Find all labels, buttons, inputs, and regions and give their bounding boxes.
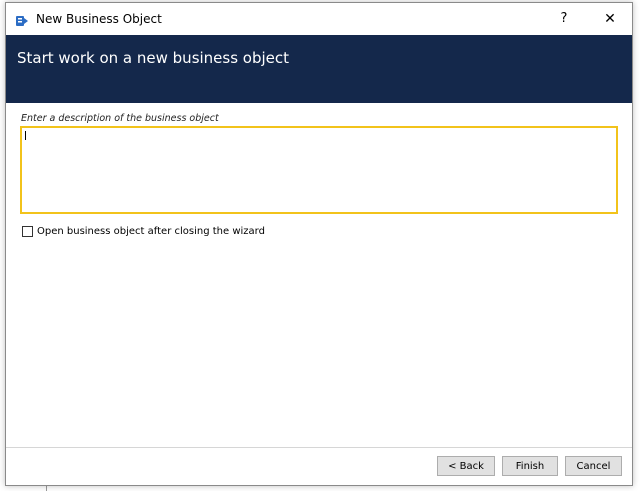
wizard-content: Enter a description of the business obje…: [6, 103, 632, 447]
banner-title: Start work on a new business object: [17, 49, 290, 67]
new-business-object-dialog: New Business Object ? ✕ Start work on a …: [5, 2, 633, 486]
wizard-banner: Start work on a new business object: [6, 35, 632, 103]
title-bar: New Business Object ? ✕: [6, 3, 632, 35]
cancel-button[interactable]: Cancel: [565, 456, 622, 476]
text-caret: [25, 131, 26, 140]
description-input[interactable]: [20, 126, 618, 214]
open-after-close-row[interactable]: Open business object after closing the w…: [22, 224, 265, 238]
help-button[interactable]: ?: [551, 7, 577, 31]
close-icon: ✕: [604, 11, 616, 27]
close-button[interactable]: ✕: [596, 7, 624, 31]
open-after-close-checkbox[interactable]: [22, 225, 33, 237]
description-label: Enter a description of the business obje…: [21, 113, 219, 124]
window-title: New Business Object: [36, 12, 162, 26]
wizard-footer: < Back Finish Cancel: [6, 448, 632, 485]
business-object-app-icon: [15, 13, 29, 27]
open-after-close-label[interactable]: Open business object after closing the w…: [37, 226, 265, 237]
back-button[interactable]: < Back: [437, 456, 495, 476]
finish-button[interactable]: Finish: [502, 456, 558, 476]
